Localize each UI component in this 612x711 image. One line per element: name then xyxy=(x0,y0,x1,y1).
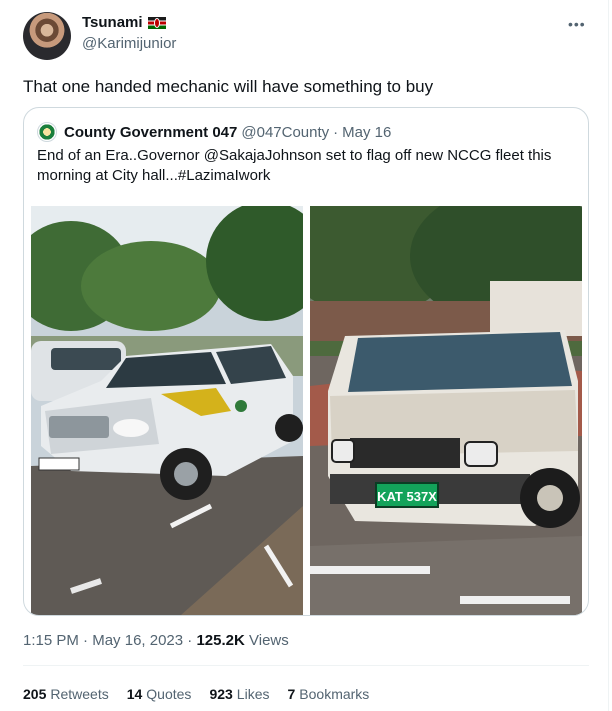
bookmarks-stat[interactable]: 7 Bookmarks xyxy=(287,686,369,702)
new-nccg-pickup-photo[interactable] xyxy=(31,206,303,615)
meta-separator-2: · xyxy=(187,632,193,649)
author-display-name[interactable]: Tsunami xyxy=(82,14,143,31)
likes-stat[interactable]: 923 Likes xyxy=(209,686,269,702)
quoted-display-name: County Government 047 xyxy=(64,123,238,141)
county-logo-avatar xyxy=(37,122,57,142)
tweet-date[interactable]: May 16, 2023 xyxy=(92,632,183,649)
quotes-count: 14 xyxy=(126,686,143,702)
more-options-icon[interactable]: ••• xyxy=(568,16,586,32)
views-count: 125.2K xyxy=(196,632,245,649)
quoted-separator: · xyxy=(333,123,339,141)
author-name-row[interactable]: Tsunami xyxy=(82,14,166,31)
likes-label: Likes xyxy=(236,686,270,702)
quoted-date: May 16 xyxy=(342,123,392,141)
bookmarks-count: 7 xyxy=(287,686,296,702)
author-handle[interactable]: @Karimijunior xyxy=(82,35,176,52)
views-label: Views xyxy=(249,632,289,649)
retweets-stat[interactable]: 205 Retweets xyxy=(23,686,109,702)
likes-count: 923 xyxy=(209,686,233,702)
author-block: Tsunami @Karimijunior xyxy=(82,14,176,52)
retweets-count: 205 xyxy=(23,686,47,702)
kenya-flag-icon xyxy=(147,16,166,29)
author-avatar[interactable] xyxy=(23,12,71,60)
quoted-tweet[interactable]: County Government 047 @047County · May 1… xyxy=(23,107,589,616)
quoted-header: County Government 047 @047County · May 1… xyxy=(37,122,391,142)
quotes-stat[interactable]: 14 Quotes xyxy=(127,686,192,702)
quoted-handle: @047County xyxy=(241,123,330,141)
meta-separator-1: · xyxy=(83,632,89,649)
tweet-time[interactable]: 1:15 PM xyxy=(23,632,79,649)
tweet-meta: 1:15 PM · May 16, 2023 · 125.2K Views xyxy=(23,632,289,649)
divider xyxy=(23,665,589,666)
quotes-label: Quotes xyxy=(146,686,192,702)
bookmarks-label: Bookmarks xyxy=(299,686,370,702)
retweets-label: Retweets xyxy=(50,686,109,702)
plate-text: KAT 537X xyxy=(377,489,437,504)
old-pickup-photo[interactable]: KAT 537X xyxy=(310,206,582,615)
quoted-text: End of an Era..Governor @SakajaJohnson s… xyxy=(37,147,552,184)
engagement-stats: 205 Retweets 14 Quotes 923 Likes 7 Bookmarks xyxy=(23,686,369,702)
tweet-card: Tsunami @Karimijunior ••• That one hande… xyxy=(0,0,609,711)
tweet-text: That one handed mechanic will have somet… xyxy=(23,77,434,96)
